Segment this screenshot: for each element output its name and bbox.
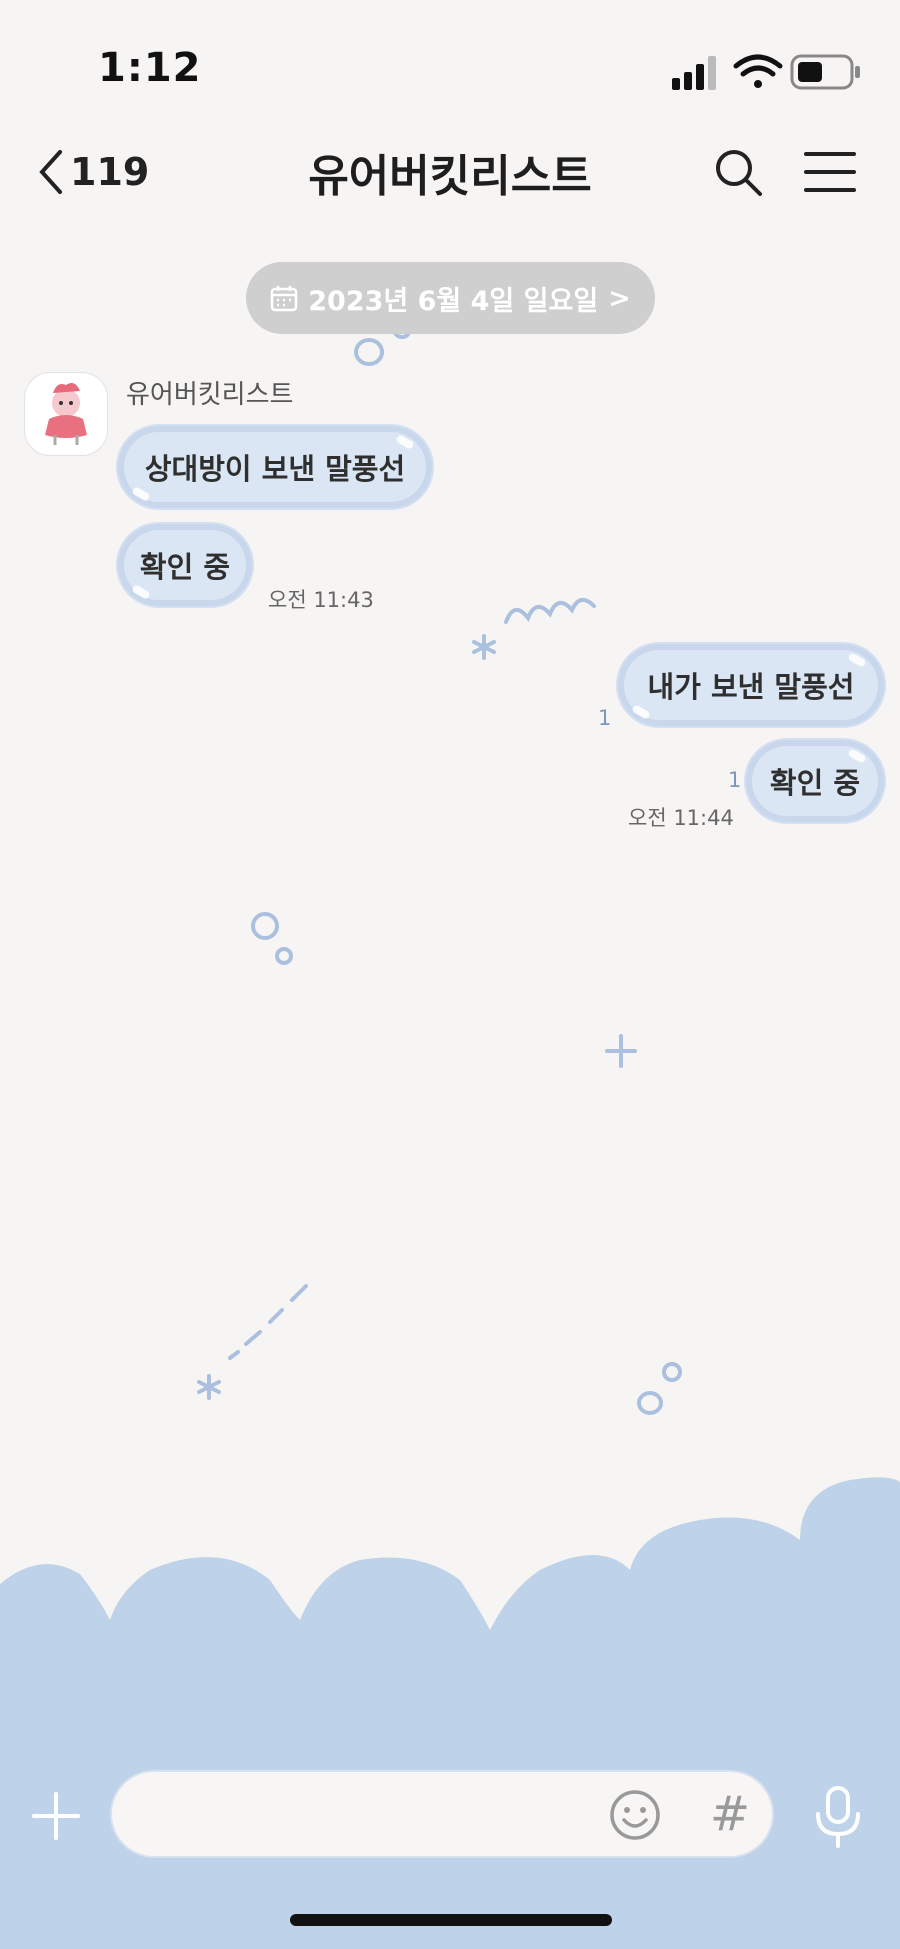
message-text: 확인 중: [769, 766, 861, 800]
avatar[interactable]: [24, 372, 108, 456]
message-text: 내가 보낸 말풍선: [647, 670, 855, 704]
read-count: 1: [728, 768, 742, 792]
message-input[interactable]: [146, 1772, 600, 1858]
date-divider[interactable]: 2023년 6월 4일 일요일 >: [246, 262, 655, 334]
plus-icon[interactable]: [30, 1790, 82, 1842]
outgoing-message-bubble[interactable]: 내가 보낸 말풍선: [618, 644, 884, 726]
battery-icon: [790, 54, 860, 90]
hash-icon[interactable]: #: [700, 1784, 760, 1844]
status-time: 1:12: [98, 45, 202, 91]
emoji-icon[interactable]: [608, 1788, 662, 1842]
mic-icon[interactable]: [812, 1786, 864, 1848]
message-text: 확인 중: [139, 550, 231, 584]
incoming-message-bubble[interactable]: 상대방이 보낸 말풍선: [118, 426, 432, 508]
message-input-container[interactable]: [112, 1772, 772, 1858]
menu-icon[interactable]: [804, 150, 856, 194]
bottom-cloud-background: [0, 1477, 900, 1949]
unread-chat-count: 119: [70, 150, 150, 194]
outgoing-message-bubble[interactable]: 확인 중: [746, 740, 884, 822]
home-indicator: [290, 1914, 612, 1926]
back-button[interactable]: 119: [36, 144, 149, 200]
signal-icon: [672, 56, 716, 90]
back-chevron-icon: [39, 150, 62, 194]
chat-title: 유어버킷리스트: [308, 151, 592, 202]
read-count: 1: [598, 706, 612, 730]
status-icons: [672, 54, 860, 90]
incoming-message-bubble[interactable]: 확인 중: [118, 524, 252, 606]
search-icon[interactable]: [712, 146, 764, 198]
message-timestamp: 오전 11:43: [268, 588, 374, 612]
avatar-character-icon: [45, 383, 87, 445]
message-text: 상대방이 보낸 말풍선: [144, 452, 406, 486]
sender-name: 유어버킷리스트: [126, 380, 294, 410]
message-timestamp: 오전 11:44: [628, 806, 734, 830]
date-label: 2023년 6월 4일 일요일: [308, 285, 599, 317]
calendar-icon: [270, 286, 298, 312]
wifi-icon: [733, 54, 783, 88]
chevron-right-icon: >: [608, 282, 631, 314]
